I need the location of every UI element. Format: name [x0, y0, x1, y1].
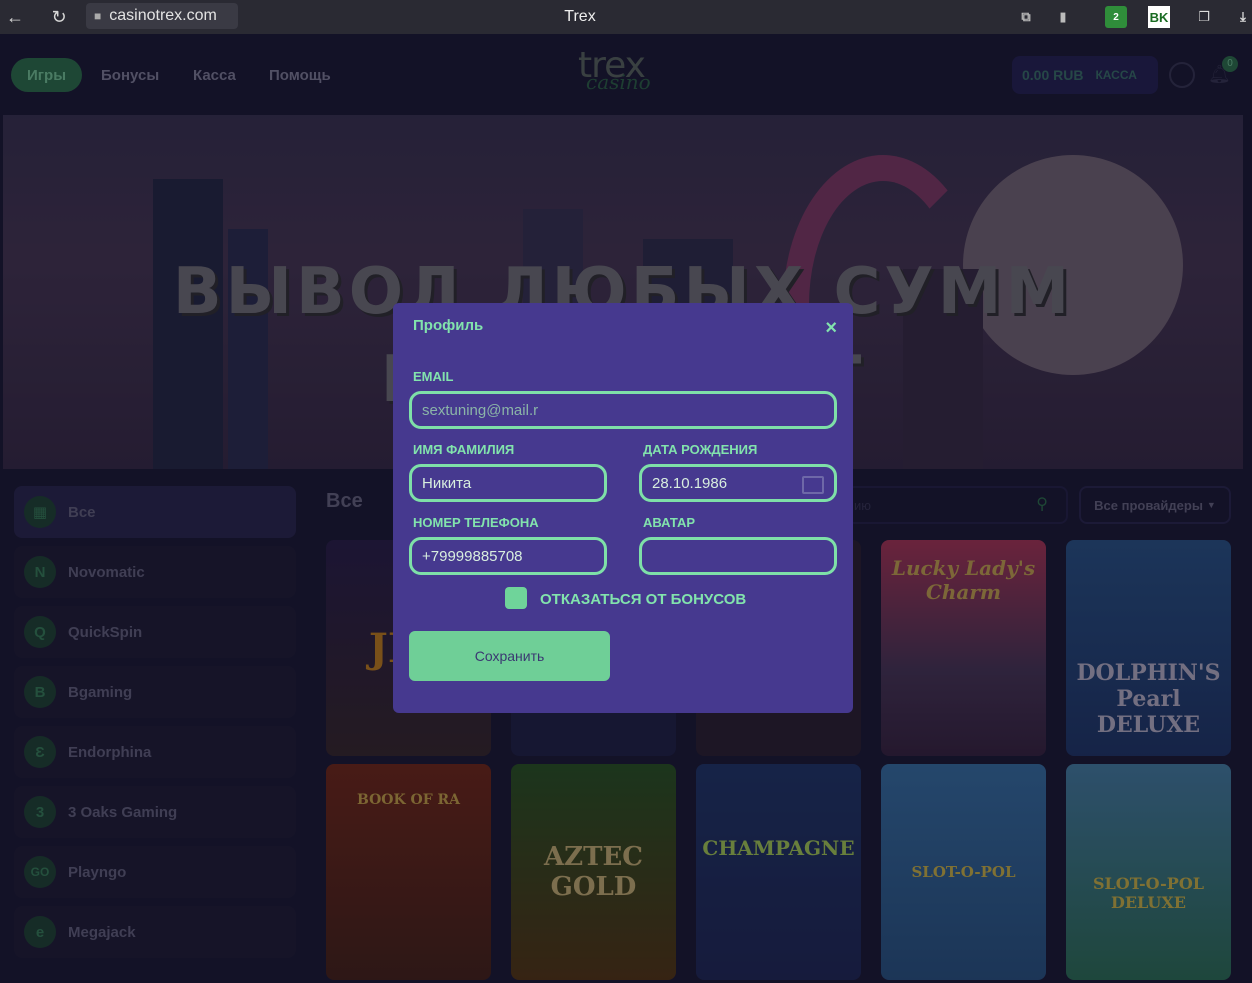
close-icon[interactable]: × [825, 317, 837, 340]
bookmark-icon[interactable]: ▮ [1052, 6, 1074, 28]
name-label: ИМЯ ФАМИЛИЯ [413, 442, 515, 457]
download-icon[interactable]: ⤓ [1232, 6, 1252, 28]
vk-extension-icon[interactable]: BK [1148, 6, 1170, 28]
profile-modal: Профиль × EMAIL sextuning@mail.r ИМЯ ФАМ… [393, 303, 853, 713]
email-field[interactable]: sextuning@mail.r [409, 391, 837, 429]
translate-icon[interactable]: ⧉ [1015, 6, 1037, 28]
tab-title: Trex [564, 8, 596, 25]
browser-toolbar: ← ↻ ■ casinotrex.com Trex ⧉ ▮ 2 BK ❐ ⤓ [0, 0, 1252, 34]
refuse-bonuses-checkbox[interactable] [505, 587, 527, 609]
birthdate-field[interactable]: 28.10.1986 [639, 464, 837, 502]
collections-icon[interactable]: ❐ [1193, 6, 1215, 28]
email-label: EMAIL [413, 369, 454, 384]
avatar-field[interactable] [639, 537, 837, 575]
save-button[interactable]: Сохранить [409, 631, 610, 681]
modal-title: Профиль [413, 317, 484, 334]
avatar-label: АВАТАР [643, 515, 696, 530]
refuse-bonuses-label[interactable]: ОТКАЗАТЬСЯ ОТ БОНУСОВ [540, 591, 746, 608]
extension-download-icon[interactable]: 2 [1105, 6, 1127, 28]
name-field[interactable]: Никита [409, 464, 607, 502]
calendar-icon[interactable] [802, 476, 824, 494]
phone-field[interactable]: +79999885708 [409, 537, 607, 575]
birthdate-label: ДАТА РОЖДЕНИЯ [643, 442, 758, 457]
phone-label: НОМЕР ТЕЛЕФОНА [413, 515, 539, 530]
